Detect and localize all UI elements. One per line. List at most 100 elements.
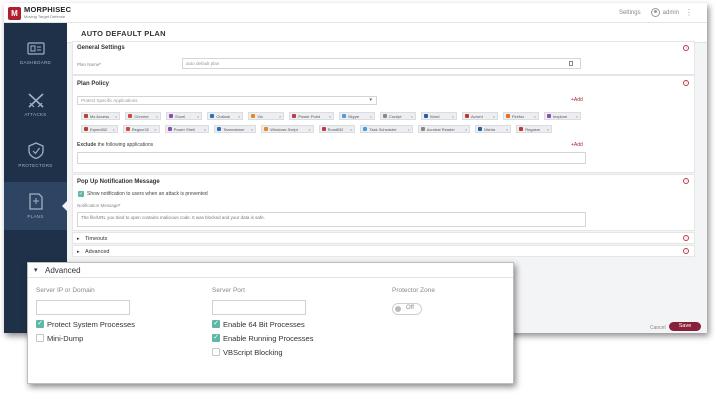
protect-system-processes-checkbox[interactable]: ✓ — [36, 320, 44, 328]
close-icon[interactable]: × — [547, 127, 549, 132]
close-icon[interactable]: × — [238, 114, 240, 119]
sidebar-item-plans[interactable]: PLANS — [4, 182, 67, 230]
popup-notification-panel: Pop Up Notification Message ! ✓ Show not… — [72, 174, 695, 231]
app-chip[interactable]: Teamviewer × — [214, 125, 257, 133]
info-icon[interactable]: ! — [683, 80, 689, 86]
close-icon[interactable]: × — [350, 127, 352, 132]
app-chip[interactable]: Skype × — [339, 112, 375, 120]
save-button[interactable]: Save — [669, 322, 701, 331]
server-ip-label: Server IP or Domain — [36, 287, 95, 294]
info-icon[interactable]: ! — [683, 178, 689, 184]
chevron-down-icon: ▾ — [34, 267, 38, 274]
chip-label: Regsvr32 — [131, 126, 149, 132]
close-icon[interactable]: × — [308, 127, 310, 132]
app-chip[interactable]: Vlc × — [248, 112, 285, 120]
enable-64-bit-label: Enable 64 Bit Processes — [223, 320, 305, 329]
app-chip[interactable]: Rundll32 × — [318, 125, 356, 133]
toggle-knob — [395, 306, 401, 312]
app-chip[interactable]: Word × — [421, 112, 457, 120]
close-icon[interactable]: × — [411, 114, 413, 119]
close-icon[interactable]: × — [251, 127, 253, 132]
cancel-button[interactable]: Cancel — [650, 325, 666, 331]
exclude-apps-field[interactable] — [77, 152, 586, 164]
app-icon — [547, 114, 551, 118]
close-icon[interactable]: × — [115, 114, 117, 119]
app-chip[interactable]: Excel × — [166, 112, 203, 120]
app-chip[interactable]: Power Shell × — [164, 125, 210, 133]
chip-label: Acrobat Reader — [426, 126, 455, 132]
close-icon[interactable]: × — [493, 114, 495, 119]
user-icon[interactable] — [650, 8, 660, 17]
app-chip[interactable]: Cscript × — [380, 112, 416, 120]
timeouts-row[interactable]: ▸ Timeouts ! — [72, 232, 695, 244]
chip-label: Outlook — [216, 113, 231, 119]
app-chip[interactable]: Acrord × — [462, 112, 498, 120]
close-icon[interactable]: × — [506, 127, 508, 132]
app-icon — [84, 127, 88, 131]
close-icon[interactable]: × — [452, 114, 454, 119]
vbscript-blocking-checkbox[interactable] — [212, 348, 220, 356]
app-chip[interactable]: Mshta × — [475, 125, 512, 133]
close-icon[interactable]: × — [370, 114, 372, 119]
sidebar-item-protectors[interactable]: PROTECTORS — [4, 131, 67, 179]
enable-running-processes-checkbox[interactable]: ✓ — [212, 334, 220, 342]
app-icon — [478, 127, 483, 131]
app-chip[interactable]: Regsvr32 × — [122, 125, 160, 133]
advanced-header[interactable]: ▾ Advanced — [28, 263, 513, 278]
close-icon[interactable]: × — [154, 127, 156, 132]
close-icon[interactable]: × — [156, 114, 158, 119]
logo-mark: M — [8, 6, 21, 20]
server-ip-input[interactable] — [36, 300, 130, 315]
close-icon[interactable]: × — [534, 114, 536, 119]
shield-icon — [27, 142, 44, 159]
section-title: Pop Up Notification Message — [77, 179, 160, 185]
username[interactable]: admin — [663, 10, 679, 16]
add-apps-link[interactable]: +Add — [571, 97, 583, 103]
advanced-row[interactable]: ▸ Advanced ! — [72, 245, 695, 257]
close-icon[interactable]: × — [112, 127, 114, 132]
section-title: Plan Policy — [77, 81, 110, 87]
sidebar-item-attacks[interactable]: ATTACKS — [4, 80, 67, 128]
chip-label: Vlc — [257, 113, 263, 119]
app-chip[interactable]: Firefox × — [503, 112, 539, 120]
plan-name-input[interactable]: auto default plan — [182, 58, 581, 69]
protector-zone-toggle[interactable]: Off — [392, 303, 422, 315]
trash-icon[interactable] — [569, 61, 573, 66]
close-icon[interactable]: × — [204, 127, 206, 132]
info-icon[interactable]: ! — [683, 45, 689, 51]
sidebar-item-dashboard[interactable]: DASHBOARD — [4, 29, 67, 77]
notification-message-input[interactable]: The file/URL you tried to open contains … — [77, 212, 586, 227]
mini-dump-checkbox[interactable] — [36, 334, 44, 342]
settings-link[interactable]: Settings — [619, 10, 641, 16]
chip-label: Task Scheduler — [369, 126, 397, 132]
close-icon[interactable]: × — [329, 114, 331, 119]
add-exclude-link[interactable]: +Add — [571, 142, 583, 148]
app-chip[interactable]: Windows Script × — [261, 125, 314, 133]
protect-apps-select[interactable]: Protect Specific Applications ▾ — [77, 96, 377, 105]
server-port-input[interactable] — [212, 300, 306, 315]
app-chip[interactable]: Power Point × — [289, 112, 334, 120]
protect-system-processes-label: Protect System Processes — [47, 320, 135, 329]
info-icon[interactable]: ! — [683, 235, 689, 241]
app-chip[interactable]: Ms Access × — [81, 112, 121, 120]
app-chip[interactable]: Regasm × — [516, 125, 553, 133]
info-icon[interactable]: ! — [683, 248, 689, 254]
close-icon[interactable]: × — [407, 127, 409, 132]
close-icon[interactable]: × — [575, 114, 577, 119]
app-chip[interactable]: Acrobat Reader × — [417, 125, 471, 133]
app-chip[interactable]: Outlook × — [207, 112, 244, 120]
app-chip[interactable]: Iexplore × — [544, 112, 581, 120]
show-notification-checkbox[interactable]: ✓ — [78, 191, 84, 197]
chip-label: Excel — [175, 113, 186, 119]
enable-64-bit-checkbox[interactable]: ✓ — [212, 320, 220, 328]
more-menu-icon[interactable]: ⋮ — [685, 8, 693, 17]
app-chip[interactable]: Eqnedt32 × — [81, 125, 118, 133]
close-icon[interactable]: × — [465, 127, 467, 132]
app-icon — [264, 127, 269, 131]
notification-message-label: Notification Message* — [77, 203, 121, 208]
close-icon[interactable]: × — [279, 114, 281, 119]
attacks-icon — [27, 92, 44, 108]
app-chip[interactable]: Chrome × — [125, 112, 162, 120]
close-icon[interactable]: × — [197, 114, 199, 119]
app-chip[interactable]: Task Scheduler × — [360, 125, 413, 133]
